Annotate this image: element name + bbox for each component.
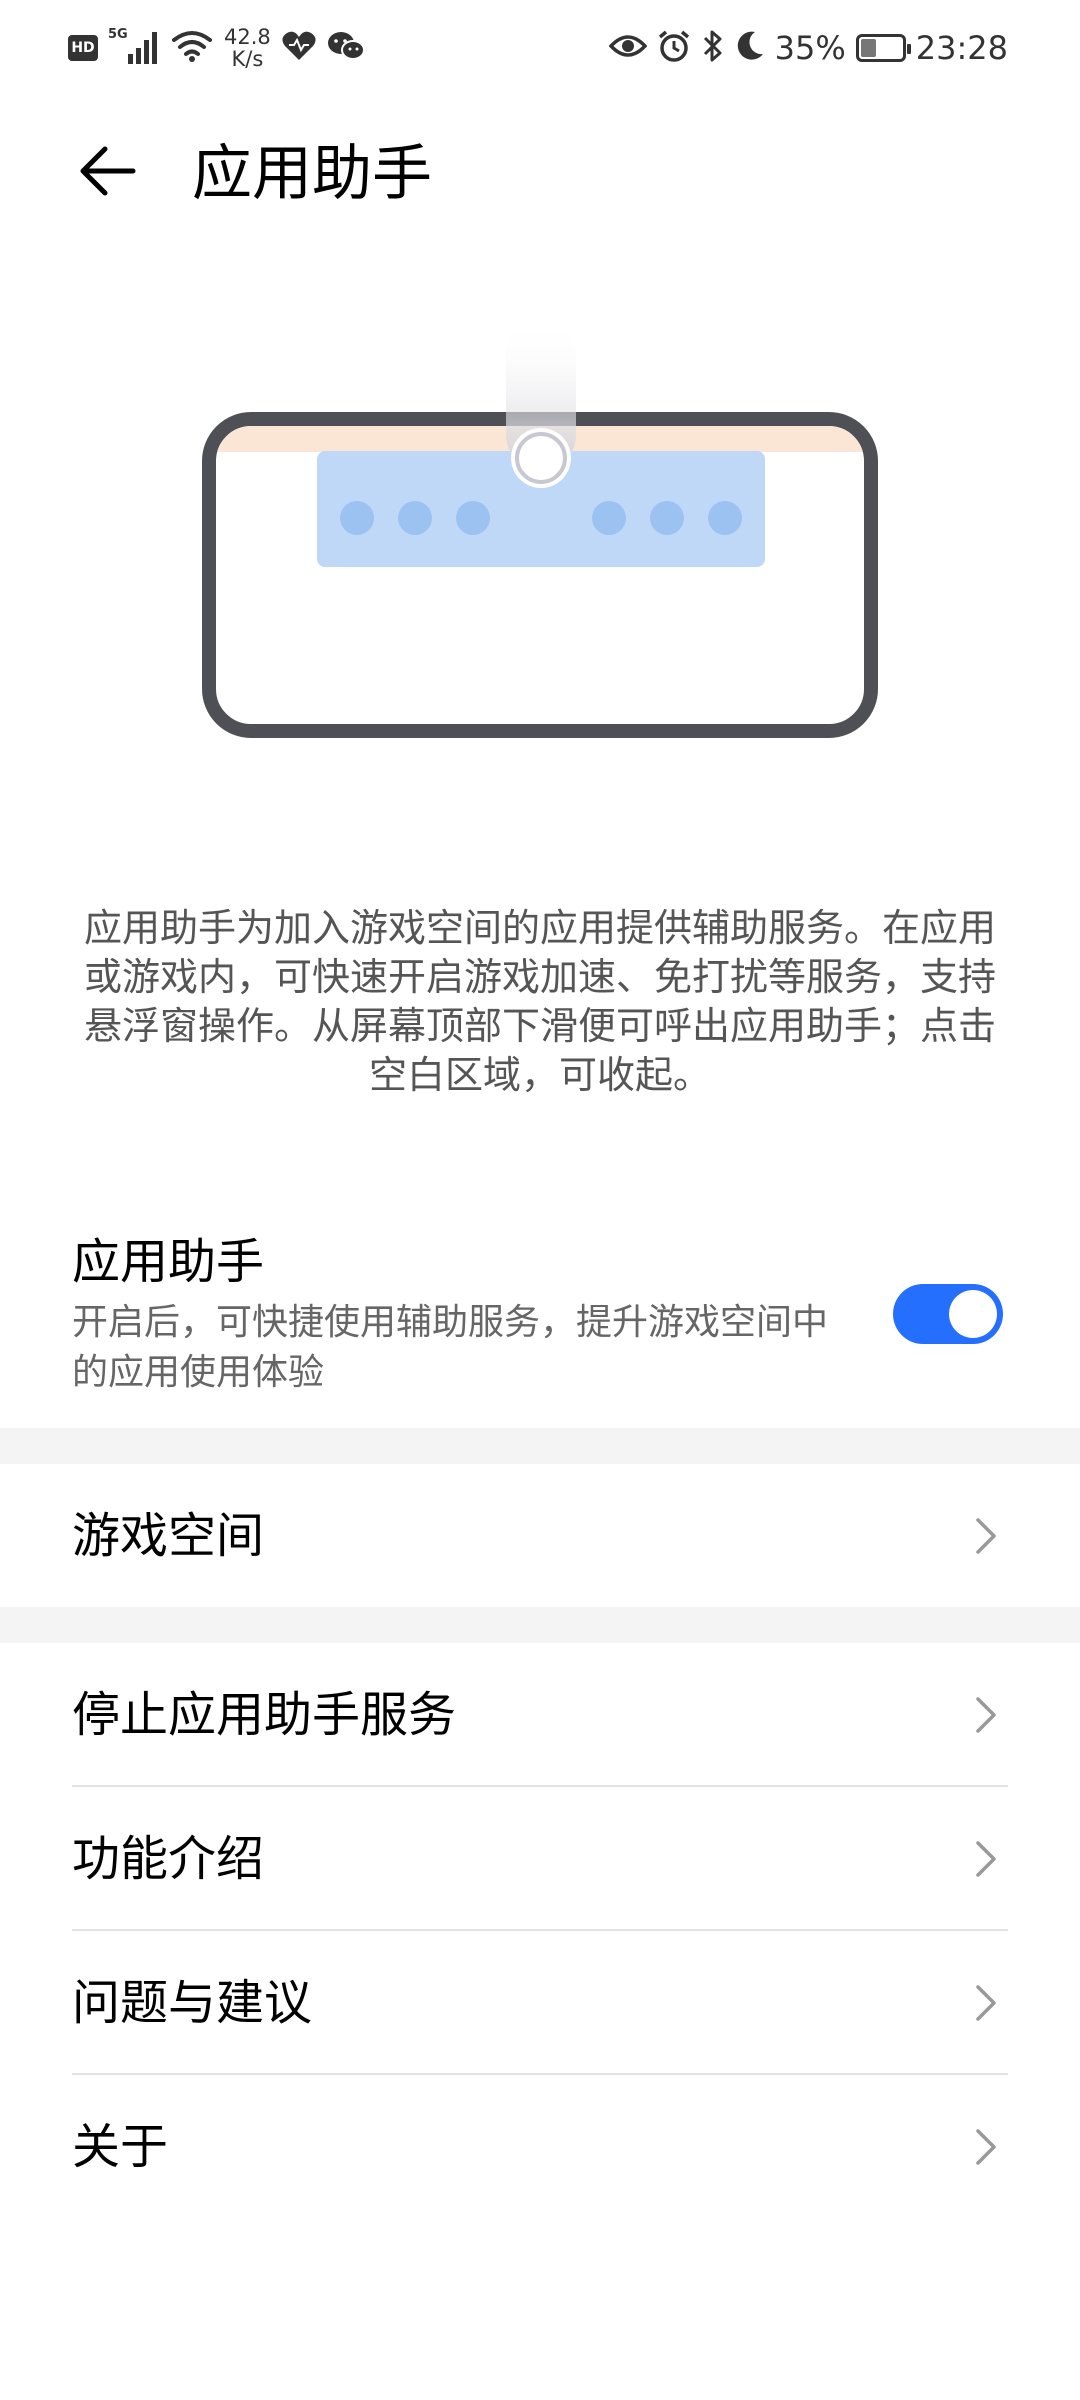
toggle-subtitle: 开启后，可快捷使用辅助服务，提升游戏空间中的应用使用体验 — [72, 1302, 829, 1393]
section-divider — [0, 1607, 1080, 1643]
health-heart-icon — [281, 30, 317, 66]
about-row[interactable]: 关于 — [0, 2075, 1080, 2219]
features-label: 功能介绍 — [72, 1831, 265, 1887]
net-speed-unit: K/s — [231, 47, 264, 71]
page-title: 应用助手 — [192, 139, 432, 209]
net-speed: 42.8 K/s — [224, 26, 271, 70]
status-bar: HD 5G 42.8 K/s 35% 23:28 — [0, 0, 1080, 96]
phone-landscape-illustration — [202, 320, 878, 738]
game-space-label: 游戏空间 — [72, 1508, 265, 1564]
battery-percent: 35% — [774, 29, 846, 67]
chevron-right-icon — [964, 2125, 1008, 2169]
status-bar-left: HD 5G 42.8 K/s — [68, 20, 365, 76]
feedback-label: 问题与建议 — [72, 1975, 313, 2031]
battery-level — [860, 39, 877, 57]
game-space-row[interactable]: 游戏空间 — [0, 1464, 1080, 1608]
chevron-right-icon — [964, 1837, 1008, 1881]
battery-icon — [855, 34, 911, 62]
stop-service-row[interactable]: 停止应用助手服务 — [0, 1643, 1080, 1787]
about-label: 关于 — [72, 2119, 169, 2175]
description-text: 应用助手为加入游戏空间的应用提供辅助服务。在应用或游戏内，可快速开启游戏加速、免… — [83, 906, 996, 1097]
net-speed-value: 42.8 — [224, 25, 271, 49]
wechat-icon — [327, 30, 365, 66]
switch-knob — [949, 1290, 997, 1338]
app-assistant-switch[interactable] — [893, 1284, 1003, 1344]
moon-icon — [735, 30, 765, 66]
app-assistant-toggle-row[interactable]: 应用助手 开启后，可快捷使用辅助服务，提升游戏空间中的应用使用体验 — [0, 1222, 1080, 1422]
signal-icon: 5G — [108, 26, 160, 70]
toggle-title: 应用助手 — [72, 1234, 265, 1290]
features-row[interactable]: 功能介绍 — [0, 1787, 1080, 1931]
svg-text:5G: 5G — [108, 27, 128, 42]
header: 应用助手 — [0, 96, 1080, 246]
stop-service-label: 停止应用助手服务 — [72, 1687, 457, 1743]
wifi-icon — [170, 28, 214, 68]
alarm-icon — [657, 29, 691, 67]
hd-icon: HD — [68, 35, 98, 61]
feedback-row[interactable]: 问题与建议 — [0, 1931, 1080, 2075]
chevron-right-icon — [964, 1693, 1008, 1737]
app-assistant-illustration — [200, 320, 880, 740]
chevron-right-icon — [964, 1981, 1008, 2025]
status-bar-right: 35% 23:28 — [608, 20, 1008, 76]
chevron-right-icon — [964, 1514, 1008, 1558]
back-arrow-icon — [80, 146, 136, 196]
clock: 23:28 — [915, 29, 1008, 67]
bluetooth-icon — [701, 29, 725, 67]
section-divider — [0, 1428, 1080, 1464]
eye-icon — [608, 32, 648, 64]
back-button[interactable] — [62, 126, 152, 216]
